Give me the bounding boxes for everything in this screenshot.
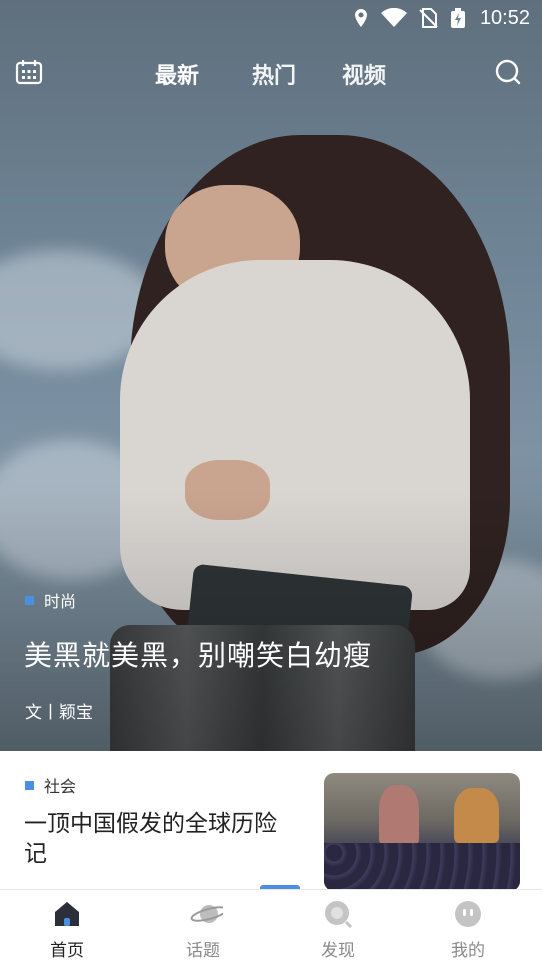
nav-profile[interactable]: 我的 xyxy=(423,890,513,965)
profile-icon xyxy=(455,901,481,927)
home-icon xyxy=(55,902,79,926)
location-icon xyxy=(355,9,367,27)
tab-video[interactable]: 视频 xyxy=(342,58,386,90)
hero-category-label: 时尚 xyxy=(44,592,77,611)
battery-charging-icon xyxy=(451,8,465,28)
category-dot xyxy=(25,780,34,790)
article-title[interactable]: 一顶中国假发的全球历险记 xyxy=(24,809,294,869)
category-dot xyxy=(25,595,34,605)
hero-title[interactable]: 美黑就美黑，别嘲笑白幼瘦 xyxy=(24,634,372,674)
status-time: 10:52 xyxy=(479,7,530,29)
bottom-nav: 首页 话题 发现 我的 xyxy=(0,889,542,965)
thumbnail-figure-right xyxy=(454,788,499,843)
no-sim-icon xyxy=(419,8,438,28)
article-category: 社会 xyxy=(25,773,76,797)
wifi-icon xyxy=(381,8,407,27)
top-nav: 最新 热门 视频 xyxy=(0,48,542,96)
thumbnail-wigs xyxy=(324,843,520,891)
nav-topics-label: 话题 xyxy=(186,941,220,961)
tab-hot[interactable]: 热门 xyxy=(252,58,296,90)
search-icon[interactable] xyxy=(494,58,522,86)
nav-topics[interactable]: 话题 xyxy=(158,890,248,965)
discover-icon xyxy=(325,901,352,928)
article-category-label: 社会 xyxy=(44,777,77,796)
nav-home[interactable]: 首页 xyxy=(22,890,112,965)
status-bar: 10:52 xyxy=(0,0,542,38)
thumbnail-figure-left xyxy=(379,785,419,845)
article-card[interactable]: 社会 一顶中国假发的全球历险记 xyxy=(0,751,542,891)
article-thumbnail[interactable] xyxy=(324,773,520,891)
hero-category: 时尚 xyxy=(25,588,76,612)
nav-home-label: 首页 xyxy=(50,941,84,961)
nav-discover[interactable]: 发现 xyxy=(293,890,383,965)
nav-profile-label: 我的 xyxy=(451,941,485,961)
planet-icon xyxy=(190,905,223,923)
nav-discover-label: 发现 xyxy=(321,941,355,961)
calendar-icon[interactable] xyxy=(15,58,43,86)
hero-author: 文丨颖宝 xyxy=(25,703,93,723)
tab-latest[interactable]: 最新 xyxy=(155,58,199,90)
